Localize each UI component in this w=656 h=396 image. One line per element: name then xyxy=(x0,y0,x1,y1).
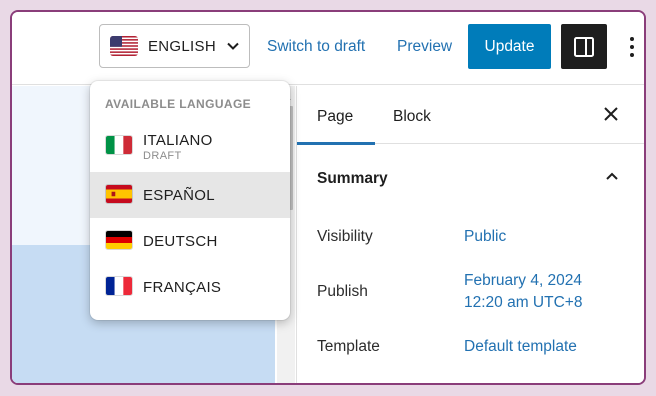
language-option-francais[interactable]: FRANÇAIS xyxy=(90,264,290,310)
language-option-status: DRAFT xyxy=(143,150,182,162)
more-options-button[interactable] xyxy=(620,34,644,60)
spain-flag-icon xyxy=(105,184,133,204)
dropdown-heading: AVAILABLE LANGUAGE xyxy=(105,97,252,111)
settings-sidebar-toggle-button[interactable] xyxy=(561,24,607,69)
language-option-label: ITALIANO xyxy=(143,132,213,149)
language-option-label: DEUTSCH xyxy=(143,233,218,250)
dot xyxy=(630,37,634,41)
germany-flag-icon xyxy=(105,230,133,250)
us-flag-icon xyxy=(110,36,138,56)
visibility-label: Visibility xyxy=(317,228,373,245)
editor-header: ENGLISH Switch to draft Preview Update xyxy=(12,12,644,85)
publish-date: February 4, 2024 xyxy=(464,272,583,289)
template-value-link[interactable]: Default template xyxy=(464,336,577,358)
language-dropdown-menu: AVAILABLE LANGUAGE ITALIANO DRAFT ESPAÑO… xyxy=(90,81,290,320)
editor-window: ENGLISH Switch to draft Preview Update P… xyxy=(10,10,646,385)
template-label: Template xyxy=(317,338,380,355)
language-selector-button[interactable]: ENGLISH xyxy=(99,24,250,68)
update-button[interactable]: Update xyxy=(468,24,551,69)
language-option-label: ESPAÑOL xyxy=(143,187,215,204)
dot xyxy=(630,53,634,57)
publish-date-link[interactable]: February 4, 2024 12:20 am UTC+8 xyxy=(464,270,582,314)
language-option-italiano[interactable]: ITALIANO DRAFT xyxy=(90,123,290,169)
chevron-down-icon xyxy=(227,42,239,50)
publish-time: 12:20 am UTC+8 xyxy=(464,294,583,311)
tab-block[interactable]: Block xyxy=(393,108,431,126)
chevron-up-icon[interactable] xyxy=(605,169,619,183)
language-option-label: FRANÇAIS xyxy=(143,279,222,296)
switch-to-draft-link[interactable]: Switch to draft xyxy=(267,38,365,56)
visibility-value-link[interactable]: Public xyxy=(464,226,506,248)
tab-page[interactable]: Page xyxy=(296,108,376,145)
summary-panel-title[interactable]: Summary xyxy=(317,170,388,188)
sidebar-tabs: Page Block xyxy=(296,86,644,145)
preview-link[interactable]: Preview xyxy=(397,38,452,56)
language-option-espanol[interactable]: ESPAÑOL xyxy=(90,172,290,218)
language-option-deutsch[interactable]: DEUTSCH xyxy=(90,218,290,264)
sidebar-toggle-icon xyxy=(574,36,594,57)
publish-label: Publish xyxy=(317,283,368,300)
italy-flag-icon xyxy=(105,135,133,155)
dot xyxy=(630,45,634,49)
france-flag-icon xyxy=(105,276,133,296)
language-selector-label: ENGLISH xyxy=(148,37,216,55)
close-icon[interactable] xyxy=(603,106,619,122)
settings-sidebar: Page Block Summary Visibility Public Pub… xyxy=(296,86,644,383)
